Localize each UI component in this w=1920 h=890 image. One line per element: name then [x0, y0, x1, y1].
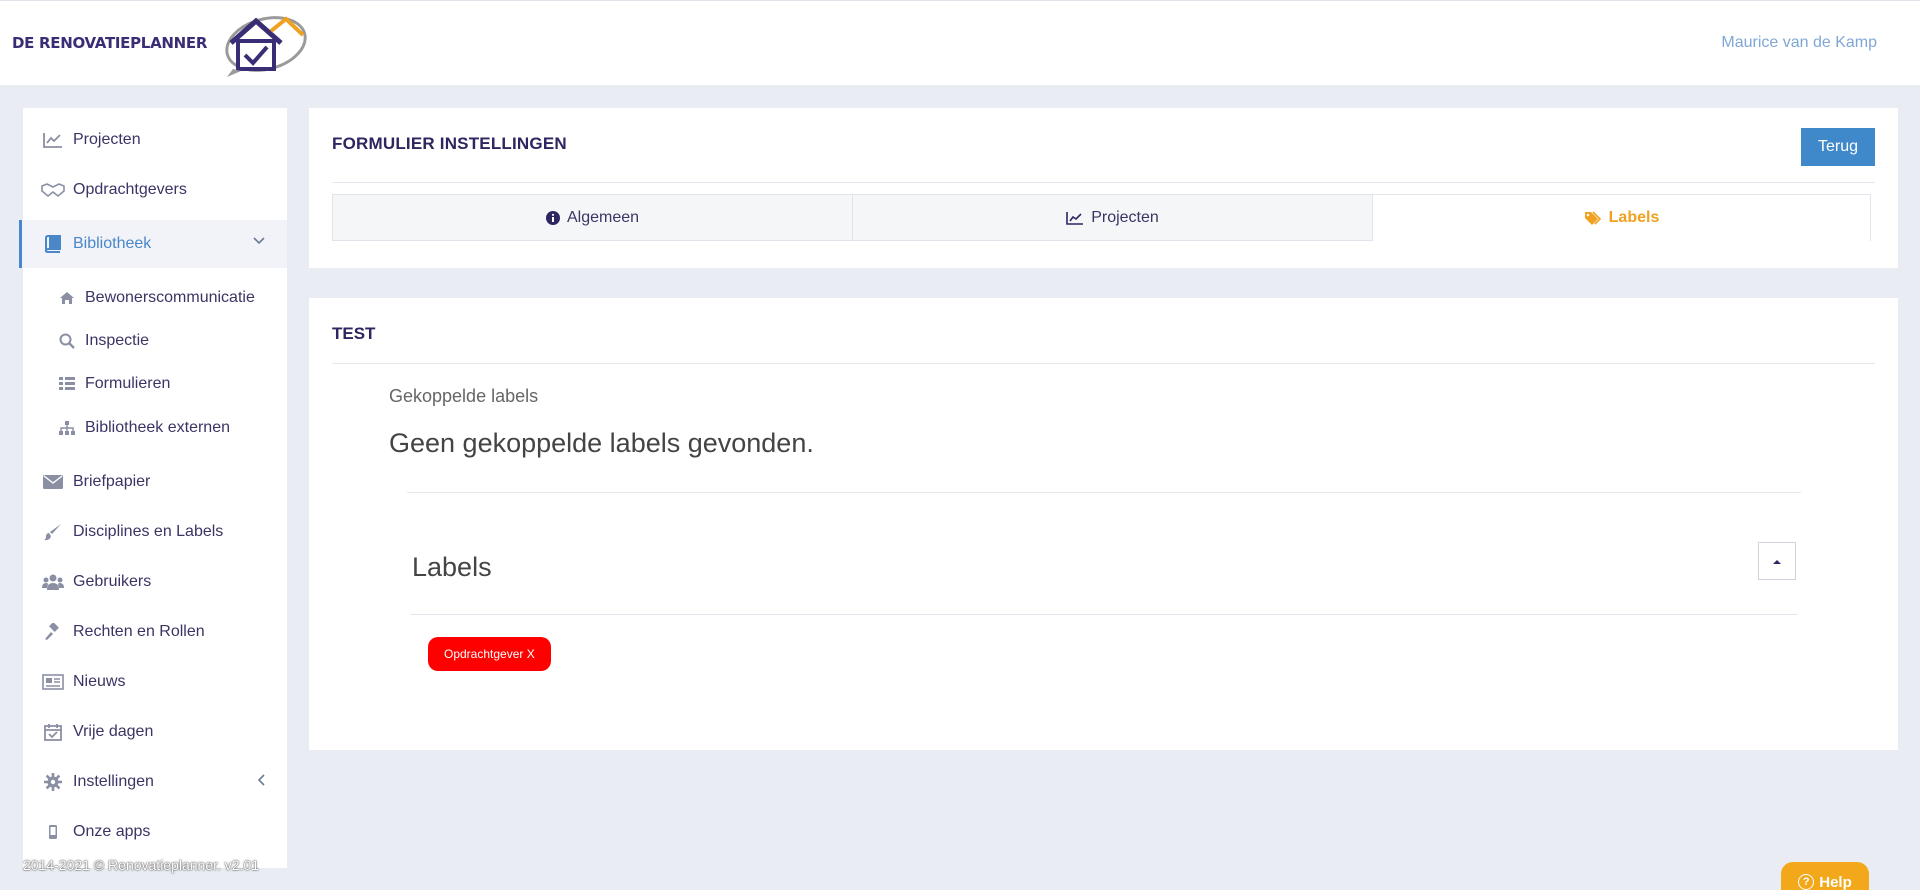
sidebar-item-briefpapier[interactable]: Briefpapier	[23, 460, 287, 504]
divider	[332, 182, 1875, 183]
user-name-menu[interactable]: Maurice van de Kamp	[1721, 34, 1877, 52]
collapse-button[interactable]	[1758, 542, 1796, 580]
tab-label: Projecten	[1091, 208, 1159, 226]
tab-bar: Algemeen Projecten Labels	[332, 194, 1875, 241]
tab-label: Algemeen	[566, 208, 640, 226]
brush-icon	[41, 522, 65, 542]
sidebar-item-rechten-en-rollen[interactable]: Rechten en Rollen	[23, 610, 287, 654]
sidebar-subitem-label: Formulieren	[85, 375, 171, 392]
sidebar-item-opdrachtgevers[interactable]: Opdrachtgevers	[23, 168, 287, 212]
mobile-icon	[41, 822, 65, 842]
sidebar-item-vrije-dagen[interactable]: Vrije dagen	[23, 710, 287, 754]
page-title: FORMULIER INSTELLINGEN	[332, 134, 567, 153]
sidebar-item-label: Briefpapier	[73, 473, 151, 490]
logo-text: DE RENOVATIEPLANNER	[12, 34, 208, 52]
copyright-footer: 2014-2021 © Renovatieplanner. v2.01	[23, 857, 260, 873]
sidebar-item-onze-apps[interactable]: Onze apps	[23, 810, 287, 854]
sidebar-item-label: Nieuws	[73, 673, 126, 690]
gear-icon	[41, 772, 65, 792]
chart-line-icon	[1066, 211, 1084, 225]
help-button[interactable]: ? Help	[1781, 862, 1869, 890]
sitemap-icon	[57, 421, 77, 435]
sidebar-item-projecten[interactable]: Projecten	[23, 118, 287, 162]
home-icon	[57, 291, 77, 305]
divider	[332, 363, 1875, 364]
sidebar-subitem-bewonerscommunicatie[interactable]: Bewonerscommunicatie	[23, 278, 287, 318]
labels-box-title: Labels	[412, 552, 492, 582]
label-tag[interactable]: Opdrachtgever X	[428, 637, 551, 671]
gavel-icon	[41, 622, 65, 642]
divider	[407, 492, 1801, 493]
chevron-down-icon	[253, 234, 265, 248]
info-circle-icon	[545, 210, 560, 225]
tab-algemeen[interactable]: Algemeen	[332, 194, 853, 241]
sidebar-item-label: Onze apps	[73, 823, 151, 840]
empty-state-message: Geen gekoppelde labels gevonden.	[389, 428, 814, 458]
sidebar-subitem-bibliotheek-externen[interactable]: Bibliotheek externen	[23, 408, 287, 448]
divider	[410, 614, 1798, 615]
back-button[interactable]: Terug	[1801, 128, 1875, 166]
sidebar-item-label: Gebruikers	[73, 573, 152, 590]
sidebar-item-label: Projecten	[73, 131, 141, 148]
book-icon	[41, 234, 65, 254]
house-logo-icon	[225, 16, 307, 77]
newspaper-icon	[41, 672, 65, 692]
search-icon	[57, 333, 77, 349]
caret-up-icon	[1772, 552, 1782, 570]
chart-line-icon	[41, 130, 65, 150]
sidebar-item-label: Instellingen	[73, 773, 154, 790]
tab-labels[interactable]: Labels	[1372, 194, 1871, 241]
tags-icon	[1584, 211, 1602, 225]
envelope-icon	[41, 472, 65, 492]
sidebar-item-nieuws[interactable]: Nieuws	[23, 660, 287, 704]
sidebar-item-label: Vrije dagen	[73, 723, 154, 740]
handshake-icon	[41, 180, 65, 200]
sidebar-item-bibliotheek[interactable]: Bibliotheek	[19, 220, 287, 268]
sidebar-item-label: Disciplines en Labels	[73, 523, 224, 540]
calendar-check-icon	[41, 722, 65, 742]
sidebar-item-disciplines-en-labels[interactable]: Disciplines en Labels	[23, 510, 287, 554]
sidebar-subitem-formulieren[interactable]: Formulieren	[23, 364, 287, 404]
sidebar-subitem-label: Bewonerscommunicatie	[85, 289, 255, 306]
sidebar-item-label: Opdrachtgevers	[73, 181, 187, 198]
sidebar-item-label: Bibliotheek	[73, 235, 152, 252]
list-icon	[57, 377, 77, 391]
top-bar: DE RENOVATIEPLANNER Maurice van de Kamp	[0, 0, 1920, 85]
sidebar-subitem-label: Bibliotheek externen	[85, 419, 230, 436]
sidebar-subitem-label: Inspectie	[85, 332, 150, 349]
users-icon	[41, 572, 65, 592]
chevron-left-icon	[257, 774, 265, 789]
tab-label: Labels	[1608, 209, 1660, 226]
sidebar-item-label: Rechten en Rollen	[73, 623, 205, 640]
sidebar-item-instellingen[interactable]: Instellingen	[23, 760, 287, 804]
test-panel: TEST Gekoppelde labels Geen gekoppelde l…	[309, 298, 1898, 750]
logo[interactable]: DE RENOVATIEPLANNER	[12, 11, 311, 81]
linked-labels-heading: Gekoppelde labels	[389, 386, 539, 406]
section-title: TEST	[332, 324, 376, 343]
sidebar-subitem-inspectie[interactable]: Inspectie	[23, 321, 287, 361]
help-label: Help	[1819, 874, 1852, 890]
sidebar: Projecten Opdrachtgevers Bibliotheek Bew…	[19, 108, 287, 868]
sidebar-item-gebruikers[interactable]: Gebruikers	[23, 560, 287, 604]
tab-projecten[interactable]: Projecten	[852, 194, 1373, 241]
question-circle-icon: ?	[1798, 874, 1815, 890]
form-settings-panel: FORMULIER INSTELLINGEN Terug Algemeen Pr…	[309, 108, 1898, 268]
